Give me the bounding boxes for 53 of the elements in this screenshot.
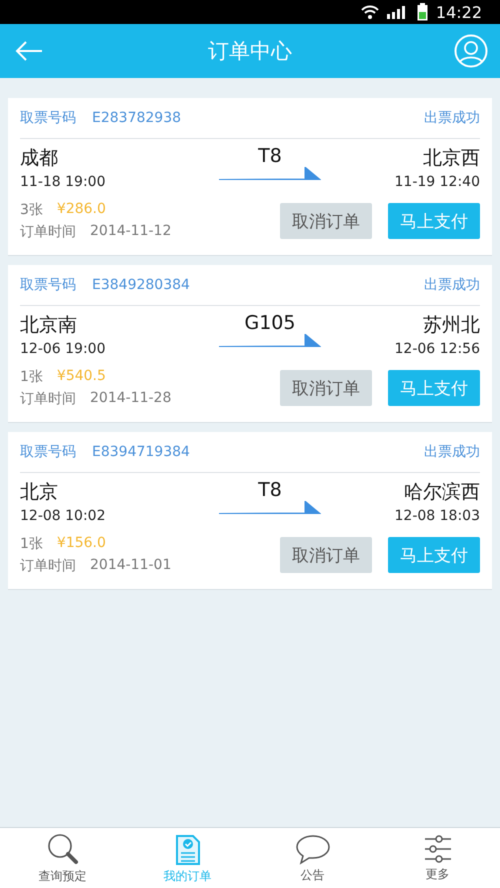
price: ¥540.5: [56, 368, 106, 386]
ticket-count: 1张: [20, 535, 43, 553]
ticket-code: E8394719384: [92, 444, 190, 460]
cancel-order-button[interactable]: 取消订单: [280, 203, 372, 239]
departure-time: 12-08 10:02: [20, 508, 106, 524]
arrival-city: 北京西: [423, 146, 480, 171]
nav-tab[interactable]: 更多: [375, 828, 500, 888]
order-time-label: 订单时间: [20, 390, 76, 408]
ticket-count: 3张: [20, 201, 43, 219]
ticket-code: E283782938: [92, 110, 182, 126]
arrival-time: 12-08 18:03: [394, 508, 480, 524]
departure-time: 12-06 19:00: [20, 341, 106, 357]
page-title: 订单中心: [208, 38, 292, 65]
wifi-icon: [360, 5, 379, 19]
cancel-order-button[interactable]: 取消订单: [280, 370, 372, 406]
speech-bubble-icon: [294, 832, 330, 864]
arrival-city: 哈尔滨西: [404, 480, 480, 505]
status-time: 14:22: [436, 2, 482, 22]
arrival-city: 苏州北: [423, 313, 480, 338]
departure-city: 成都: [20, 146, 58, 171]
code-label: 取票号码: [20, 443, 76, 461]
battery-icon: [416, 3, 428, 21]
train-number: G105: [244, 312, 296, 334]
arrival-time: 11-19 12:40: [394, 174, 480, 190]
ticket-count: 1张: [20, 368, 43, 386]
train-number: T8: [258, 479, 282, 501]
departure-city: 北京南: [20, 313, 77, 338]
code-label: 取票号码: [20, 276, 76, 294]
ticket-code: E3849280384: [92, 277, 190, 293]
train-number: T8: [258, 145, 282, 167]
departure-time: 11-18 19:00: [20, 174, 106, 190]
arrow-icon: [219, 167, 321, 181]
order-status: 出票成功: [424, 443, 480, 461]
arrow-icon: [219, 334, 321, 348]
order-date: 2014-11-12: [90, 223, 172, 241]
price: ¥286.0: [56, 201, 106, 219]
sliders-icon: [424, 834, 452, 864]
nav-tab[interactable]: 查询预定: [0, 828, 125, 888]
order-status: 出票成功: [424, 109, 480, 127]
arrow-icon: [219, 501, 321, 515]
search-icon: [46, 832, 80, 866]
profile-button[interactable]: [454, 34, 488, 68]
code-label: 取票号码: [20, 109, 76, 127]
order-time-label: 订单时间: [20, 557, 76, 575]
order-time-label: 订单时间: [20, 223, 76, 241]
nav-tab[interactable]: 公告: [250, 828, 375, 888]
order-status: 出票成功: [424, 276, 480, 294]
order-date: 2014-11-01: [90, 557, 172, 575]
cancel-order-button[interactable]: 取消订单: [280, 537, 372, 573]
order-date: 2014-11-28: [90, 390, 172, 408]
price: ¥156.0: [56, 535, 106, 553]
departure-city: 北京: [20, 480, 58, 505]
arrival-time: 12-06 12:56: [394, 341, 480, 357]
